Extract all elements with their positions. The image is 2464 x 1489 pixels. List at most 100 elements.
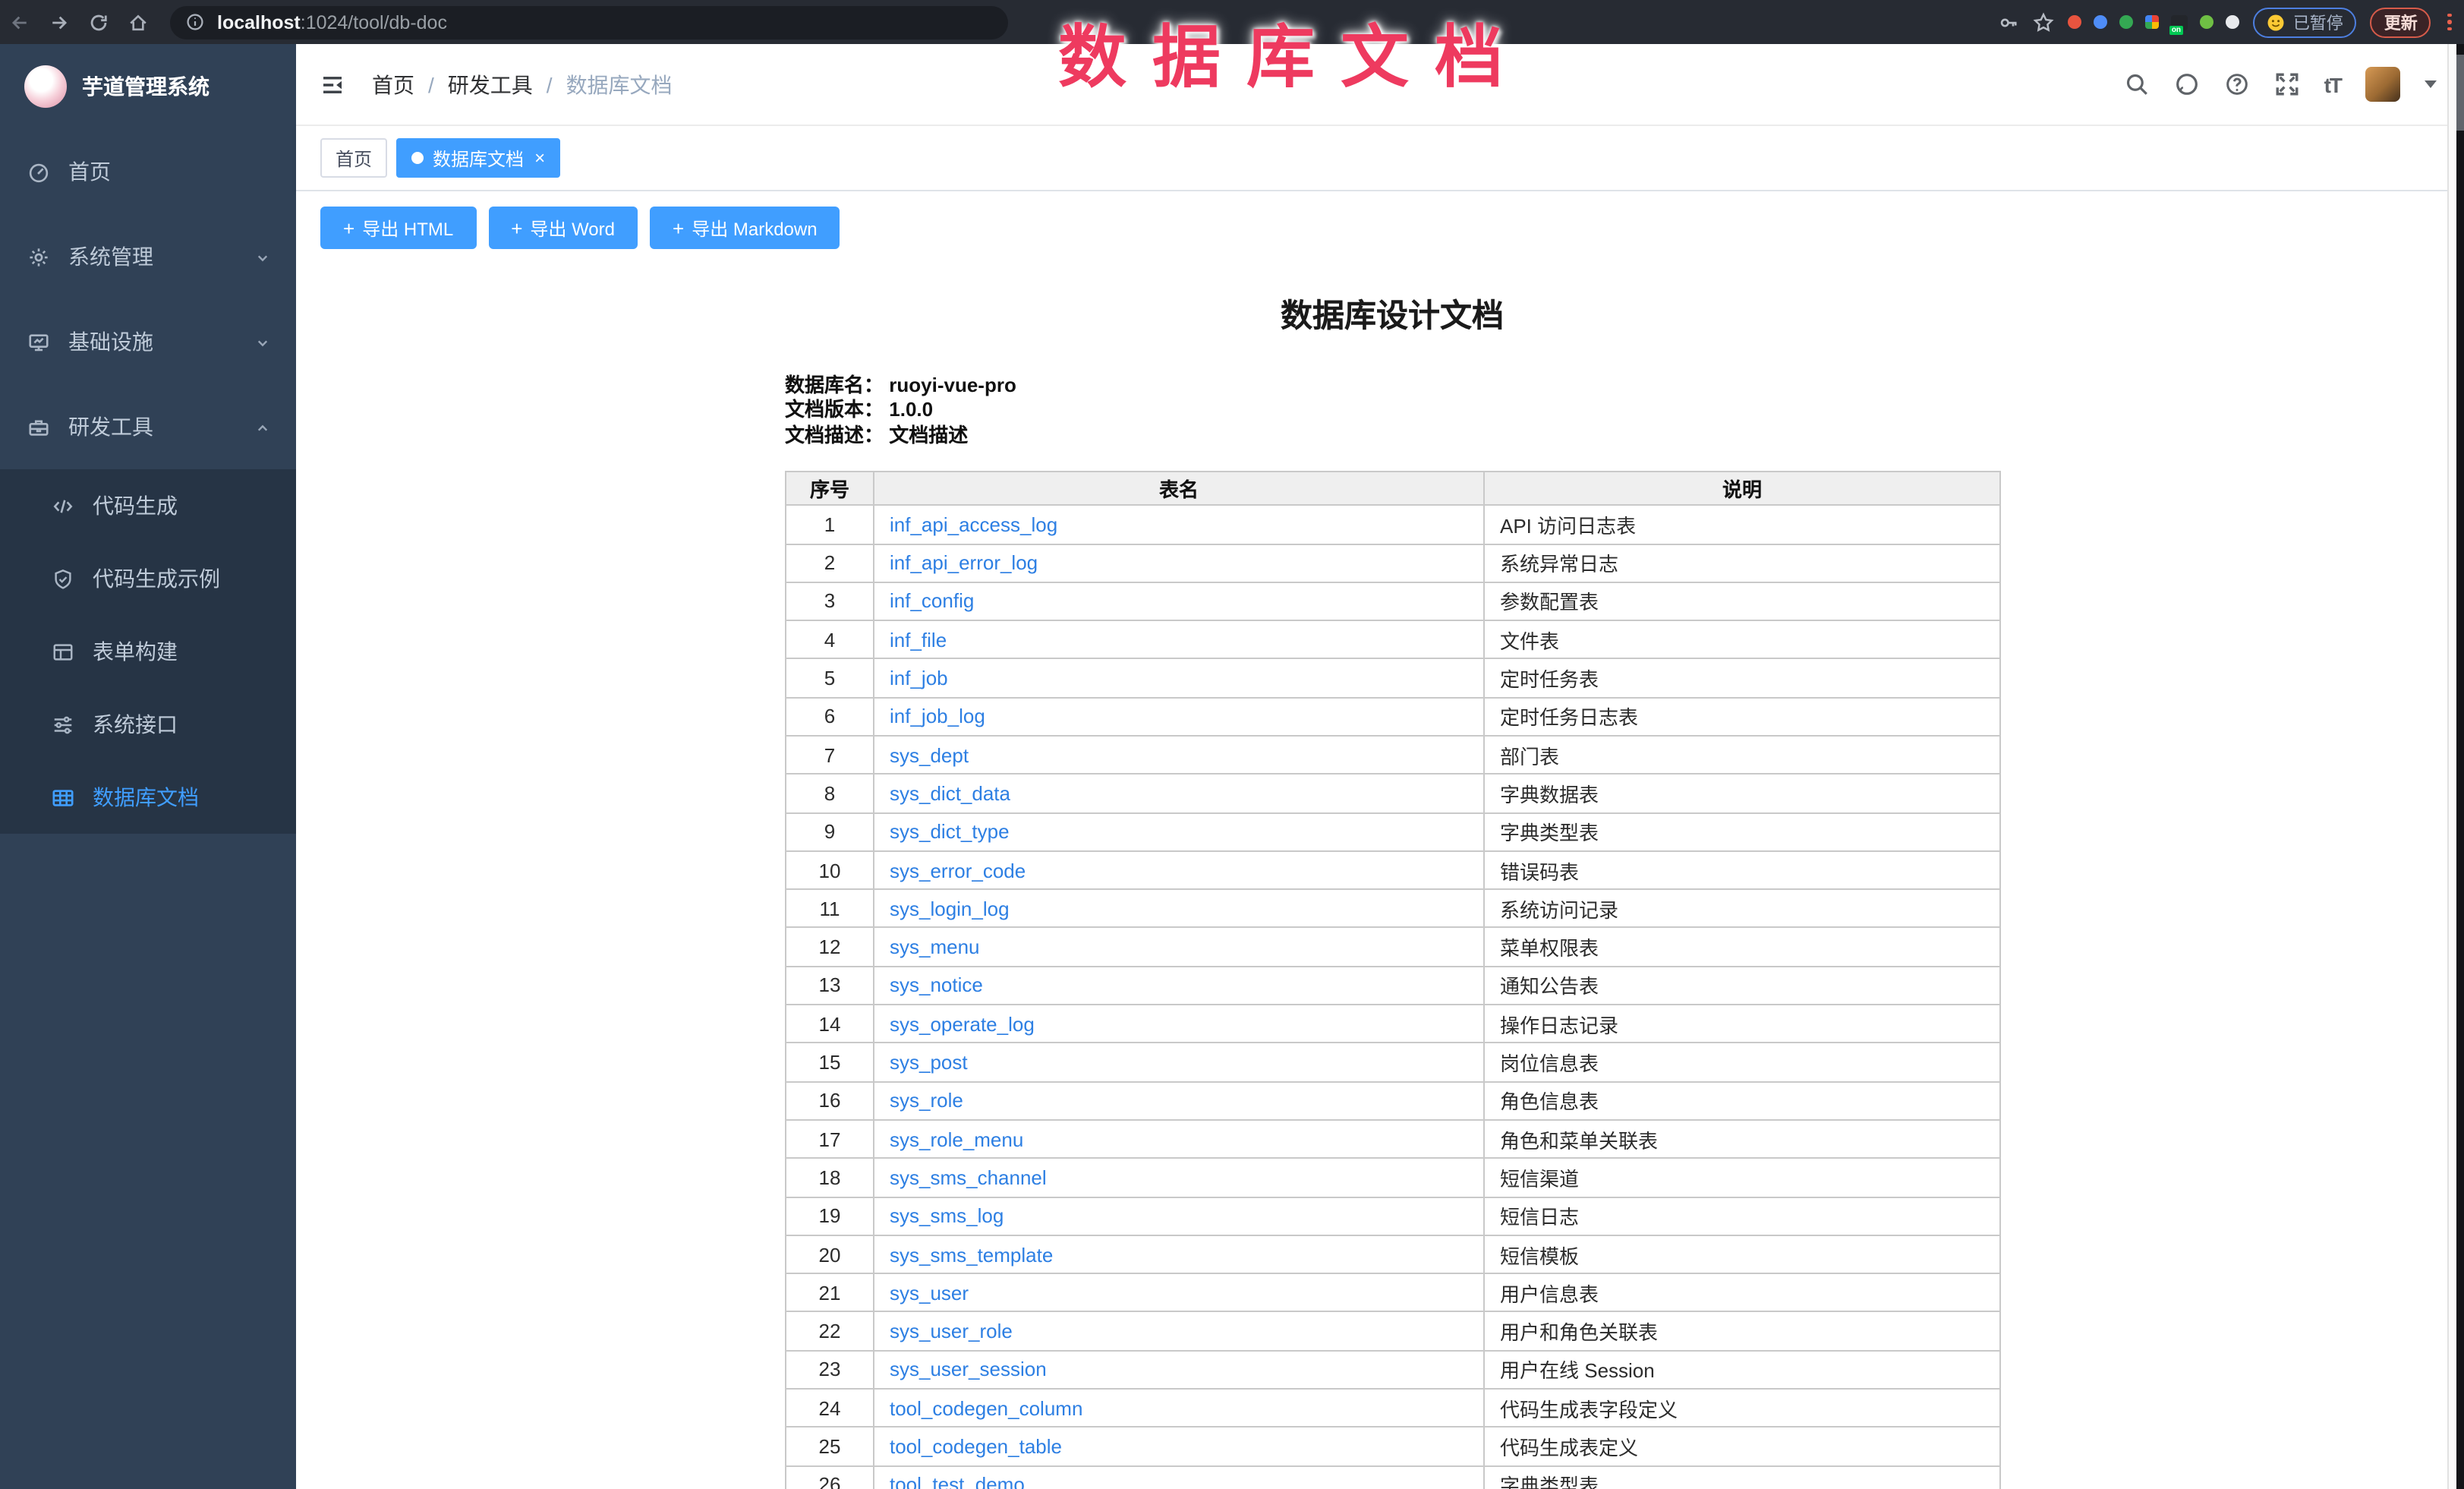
- table-desc-cell: 短信渠道: [1484, 1159, 2000, 1197]
- sidebar-item-infrastructure[interactable]: 基础设施: [0, 299, 296, 384]
- table-name-link[interactable]: inf_job_log: [890, 705, 985, 728]
- dashboard-icon: [27, 160, 50, 183]
- help-icon[interactable]: [2224, 71, 2250, 97]
- tag-label: 首页: [336, 145, 372, 171]
- row-index: 13: [786, 967, 874, 1005]
- table-name-link[interactable]: sys_user_role: [890, 1320, 1013, 1342]
- table-name-link[interactable]: sys_post: [890, 1051, 968, 1074]
- row-index: 8: [786, 774, 874, 813]
- extension-red-icon[interactable]: [2069, 15, 2082, 29]
- table-row: 20sys_sms_template短信模板: [786, 1235, 2000, 1274]
- key-icon[interactable]: [1999, 11, 2020, 33]
- table-name-link[interactable]: inf_file: [890, 629, 947, 651]
- toolbox-icon: [27, 415, 50, 438]
- table-row: 26tool_test_demo字典类型表: [786, 1465, 2000, 1489]
- browser-update-button[interactable]: 更新: [2371, 7, 2431, 37]
- table-name-link[interactable]: sys_user_session: [890, 1358, 1047, 1381]
- table-name-link[interactable]: sys_user: [890, 1282, 969, 1304]
- table-name-link[interactable]: sys_dept: [890, 743, 969, 766]
- shield-check-icon: [52, 567, 74, 590]
- extension-grid-icon[interactable]: [2146, 15, 2160, 29]
- browser-menu-icon[interactable]: [2448, 13, 2452, 31]
- tag-close-icon[interactable]: ×: [534, 149, 545, 167]
- table-name-link[interactable]: sys_dict_type: [890, 820, 1010, 843]
- table-desc-cell: 操作日志记录: [1484, 1005, 2000, 1043]
- sidebar-item-dev-tools[interactable]: 研发工具: [0, 384, 296, 469]
- export-markdown-button[interactable]: + 导出 Markdown: [650, 207, 840, 249]
- browser-home-button[interactable]: [118, 5, 158, 39]
- sidebar-fold-icon[interactable]: [320, 72, 345, 96]
- site-info-icon[interactable]: [185, 12, 205, 32]
- sidebar-item-home[interactable]: 首页: [0, 129, 296, 214]
- window-scrollbar-thumb[interactable]: [2456, 55, 2464, 131]
- window-scrollbar[interactable]: [2456, 44, 2464, 1489]
- sidebar-item-system-api[interactable]: 系统接口: [0, 688, 296, 761]
- github-icon[interactable]: [2174, 71, 2200, 97]
- table-name-link[interactable]: sys_dict_data: [890, 782, 1010, 805]
- table-name-link[interactable]: inf_job: [890, 667, 948, 689]
- extension-green-check-icon[interactable]: [2120, 15, 2134, 29]
- fullscreen-icon[interactable]: [2274, 71, 2300, 97]
- table-name-cell: inf_api_access_log: [874, 505, 1484, 544]
- row-index: 23: [786, 1351, 874, 1390]
- breadcrumb-home[interactable]: 首页: [372, 69, 414, 99]
- extension-on-badge-icon[interactable]: on: [2172, 14, 2188, 30]
- table-row: 3inf_config参数配置表: [786, 582, 2000, 621]
- breadcrumb-dev-tools[interactable]: 研发工具: [448, 69, 533, 99]
- font-size-icon[interactable]: tT: [2324, 72, 2341, 96]
- export-button-row: + 导出 HTML + 导出 Word + 导出 Markdown: [320, 207, 2464, 249]
- table-name-link[interactable]: inf_config: [890, 590, 974, 613]
- sliders-icon: [52, 713, 74, 736]
- table-name-link[interactable]: tool_test_demo: [890, 1474, 1025, 1489]
- table-name-link[interactable]: sys_login_log: [890, 898, 1010, 920]
- sidebar-item-form-builder[interactable]: 表单构建: [0, 615, 296, 688]
- sidebar: 芋道管理系统 首页 系统管理: [0, 44, 296, 1489]
- profile-paused-chip[interactable]: 已暂停: [2254, 7, 2357, 37]
- table-name-link[interactable]: sys_operate_log: [890, 1012, 1035, 1035]
- table-name-cell: sys_error_code: [874, 851, 1484, 890]
- app-title: 芋道管理系统: [82, 71, 210, 102]
- user-avatar[interactable]: [2365, 67, 2400, 102]
- app-logo[interactable]: 芋道管理系统: [0, 44, 296, 129]
- table-name-link[interactable]: sys_sms_template: [890, 1243, 1053, 1266]
- sidebar-item-system-management[interactable]: 系统管理: [0, 214, 296, 299]
- table-desc-cell: 岗位信息表: [1484, 1043, 2000, 1082]
- extension-puzzle-icon[interactable]: [2226, 15, 2240, 29]
- sidebar-item-code-generation-example[interactable]: 代码生成示例: [0, 542, 296, 615]
- tag-db-doc[interactable]: 数据库文档 ×: [396, 138, 560, 178]
- table-name-link[interactable]: sys_error_code: [890, 859, 1026, 882]
- table-desc-cell: 通知公告表: [1484, 967, 2000, 1005]
- table-desc-cell: API 访问日志表: [1484, 505, 2000, 544]
- extension-blue-icon[interactable]: [2094, 15, 2108, 29]
- table-name-link[interactable]: sys_role: [890, 1090, 963, 1112]
- address-bar[interactable]: localhost:1024/tool/db-doc: [170, 5, 1008, 39]
- table-desc-cell: 角色信息表: [1484, 1081, 2000, 1120]
- table-name-cell: sys_login_log: [874, 889, 1484, 928]
- table-name-link[interactable]: sys_role_menu: [890, 1128, 1023, 1150]
- column-header-index: 序号: [786, 472, 874, 505]
- table-name-link[interactable]: tool_codegen_table: [890, 1435, 1062, 1458]
- export-html-button[interactable]: + 导出 HTML: [320, 207, 476, 249]
- url-path: :1024/tool/db-doc: [301, 11, 447, 33]
- table-name-link[interactable]: sys_menu: [890, 935, 980, 958]
- content-scrollbar[interactable]: [2447, 44, 2456, 1489]
- gear-icon: [27, 245, 50, 268]
- table-name-cell: sys_sms_channel: [874, 1159, 1484, 1197]
- table-name-link[interactable]: inf_api_access_log: [890, 513, 1057, 536]
- tag-home[interactable]: 首页: [320, 138, 387, 178]
- sidebar-item-code-generation[interactable]: 代码生成: [0, 469, 296, 542]
- user-menu-caret-icon[interactable]: [2425, 80, 2437, 88]
- table-name-link[interactable]: sys_sms_log: [890, 1204, 1004, 1227]
- browser-back-button[interactable]: [0, 5, 39, 39]
- search-icon[interactable]: [2124, 71, 2150, 97]
- table-name-link[interactable]: tool_codegen_column: [890, 1396, 1082, 1419]
- table-name-link[interactable]: sys_notice: [890, 974, 983, 997]
- browser-reload-button[interactable]: [79, 5, 118, 39]
- table-name-link[interactable]: sys_sms_channel: [890, 1166, 1047, 1189]
- bookmark-star-icon[interactable]: [2034, 11, 2055, 33]
- table-name-link[interactable]: inf_api_error_log: [890, 551, 1038, 574]
- extension-leaf-icon[interactable]: [2201, 15, 2214, 29]
- browser-forward-button[interactable]: [39, 5, 79, 39]
- export-word-button[interactable]: + 导出 Word: [488, 207, 638, 249]
- sidebar-item-db-doc[interactable]: 数据库文档: [0, 761, 296, 834]
